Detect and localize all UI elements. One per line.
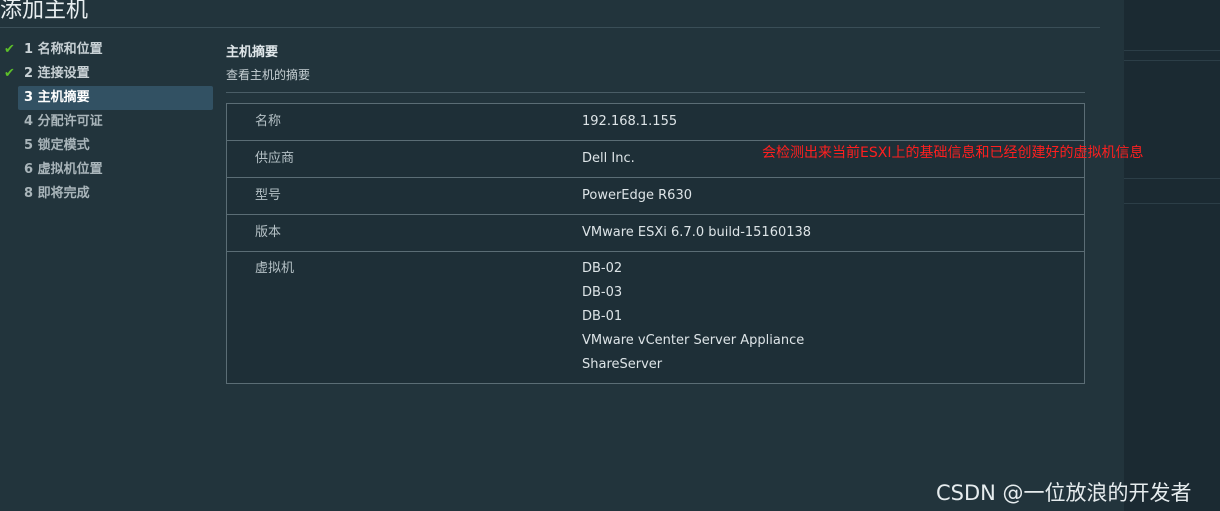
row-value: VMware ESXi 6.7.0 build-15160138 [582, 225, 812, 240]
step-label: 5 锁定模式 [24, 138, 90, 153]
row-value: 192.168.1.155 [582, 114, 678, 129]
red-annotation: 会检测出来当前ESXI上的基础信息和已经创建好的虚拟机信息 [762, 145, 1144, 161]
step-vm-location[interactable]: 6 虚拟机位置 [0, 158, 210, 182]
step-connection-settings[interactable]: ✔ 2 连接设置 [0, 62, 210, 86]
vm-item: VMware vCenter Server Appliance [582, 333, 805, 348]
divider [1124, 203, 1220, 204]
table-row-vms: 虚拟机 DB-02 DB-03 DB-01 VMware vCenter Ser… [227, 252, 1084, 383]
table-row: 名称 192.168.1.155 [227, 104, 1084, 141]
wizard-steps: ✔ 1 名称和位置 ✔ 2 连接设置 3 主机摘要 4 分配许可证 5 锁定模式… [0, 38, 213, 206]
step-label: 2 连接设置 [24, 66, 90, 81]
section-divider [226, 92, 1085, 93]
vm-item: DB-01 [582, 309, 623, 324]
summary-panel: 主机摘要 查看主机的摘要 名称 192.168.1.155 供应商 Dell I… [226, 40, 1086, 384]
divider [1124, 60, 1220, 61]
row-label: 型号 [255, 188, 282, 203]
table-row: 版本 VMware ESXi 6.7.0 build-15160138 [227, 215, 1084, 252]
row-label: 虚拟机 [255, 261, 295, 276]
step-label: 6 虚拟机位置 [24, 162, 103, 177]
step-host-summary[interactable]: 3 主机摘要 [18, 86, 213, 110]
divider [1124, 178, 1220, 179]
step-assign-license[interactable]: 4 分配许可证 [0, 110, 210, 134]
divider [1124, 50, 1220, 51]
background-panel [1124, 0, 1220, 511]
vm-list: DB-02 DB-03 DB-01 VMware vCenter Server … [582, 252, 804, 383]
step-lockdown-mode[interactable]: 5 锁定模式 [0, 134, 210, 158]
row-label: 供应商 [255, 151, 295, 166]
step-label: 4 分配许可证 [24, 114, 103, 129]
vm-item: DB-03 [582, 285, 623, 300]
title-divider [0, 27, 1100, 28]
table-row: 型号 PowerEdge R630 [227, 178, 1084, 215]
step-name-location[interactable]: ✔ 1 名称和位置 [0, 38, 210, 62]
checkmark-icon: ✔ [4, 66, 15, 81]
row-value: Dell Inc. [582, 151, 635, 166]
vm-item: DB-02 [582, 261, 623, 276]
section-subtitle: 查看主机的摘要 [226, 68, 311, 82]
checkmark-icon: ✔ [4, 42, 15, 57]
vm-item: ShareServer [582, 357, 663, 372]
step-label: 1 名称和位置 [24, 42, 103, 57]
row-label: 名称 [255, 114, 282, 129]
add-host-dialog: 添加主机 ✔ 1 名称和位置 ✔ 2 连接设置 3 主机摘要 4 分配许可证 5… [0, 0, 1124, 511]
dialog-title: 添加主机 [0, 0, 89, 23]
section-title: 主机摘要 [226, 45, 279, 60]
step-label: 8 即将完成 [24, 186, 90, 201]
row-value: PowerEdge R630 [582, 188, 692, 203]
row-label: 版本 [255, 225, 282, 240]
watermark: CSDN @一位放浪的开发者 [936, 481, 1192, 505]
step-label: 3 主机摘要 [24, 90, 90, 105]
step-ready-to-complete[interactable]: 8 即将完成 [0, 182, 210, 206]
